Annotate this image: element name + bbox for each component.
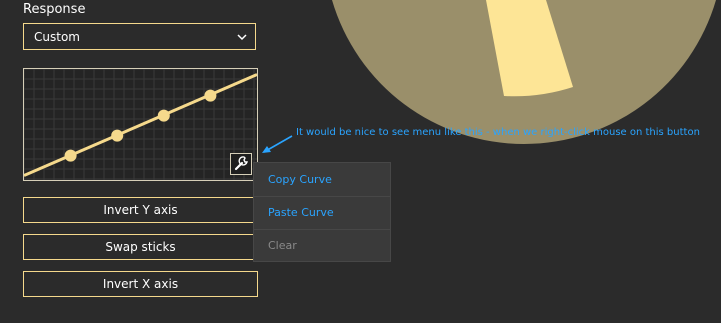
swap-sticks-button[interactable]: Swap sticks: [23, 234, 258, 260]
wrench-icon: [234, 156, 248, 171]
invert-x-axis-button[interactable]: Invert X axis: [23, 271, 258, 297]
response-curve-editor[interactable]: [23, 68, 258, 181]
curve-control-point[interactable]: [64, 149, 77, 162]
chevron-down-icon: [237, 34, 247, 41]
response-curve-line: [24, 73, 257, 177]
menu-divider: [254, 196, 390, 197]
response-dropdown-value: Custom: [34, 30, 80, 44]
annotation-arrow-icon: [262, 135, 293, 153]
menu-divider: [254, 229, 390, 230]
curve-control-point[interactable]: [204, 89, 217, 102]
paste-curve-menu-item[interactable]: Paste Curve: [268, 206, 334, 219]
invert-y-axis-button[interactable]: Invert Y axis: [23, 197, 258, 223]
curve-plot: [24, 69, 257, 180]
response-label: Response: [23, 2, 86, 17]
copy-curve-menu-item[interactable]: Copy Curve: [268, 173, 332, 186]
clear-menu-item[interactable]: Clear: [268, 239, 297, 252]
curve-control-point[interactable]: [157, 109, 170, 122]
curve-context-menu: Copy Curve Paste Curve Clear: [253, 162, 391, 262]
annotation-text: It would be nice to see menu like this -…: [296, 127, 700, 138]
response-dropdown[interactable]: Custom: [23, 23, 256, 50]
curve-control-point[interactable]: [111, 129, 124, 142]
curve-options-button[interactable]: [230, 153, 252, 175]
